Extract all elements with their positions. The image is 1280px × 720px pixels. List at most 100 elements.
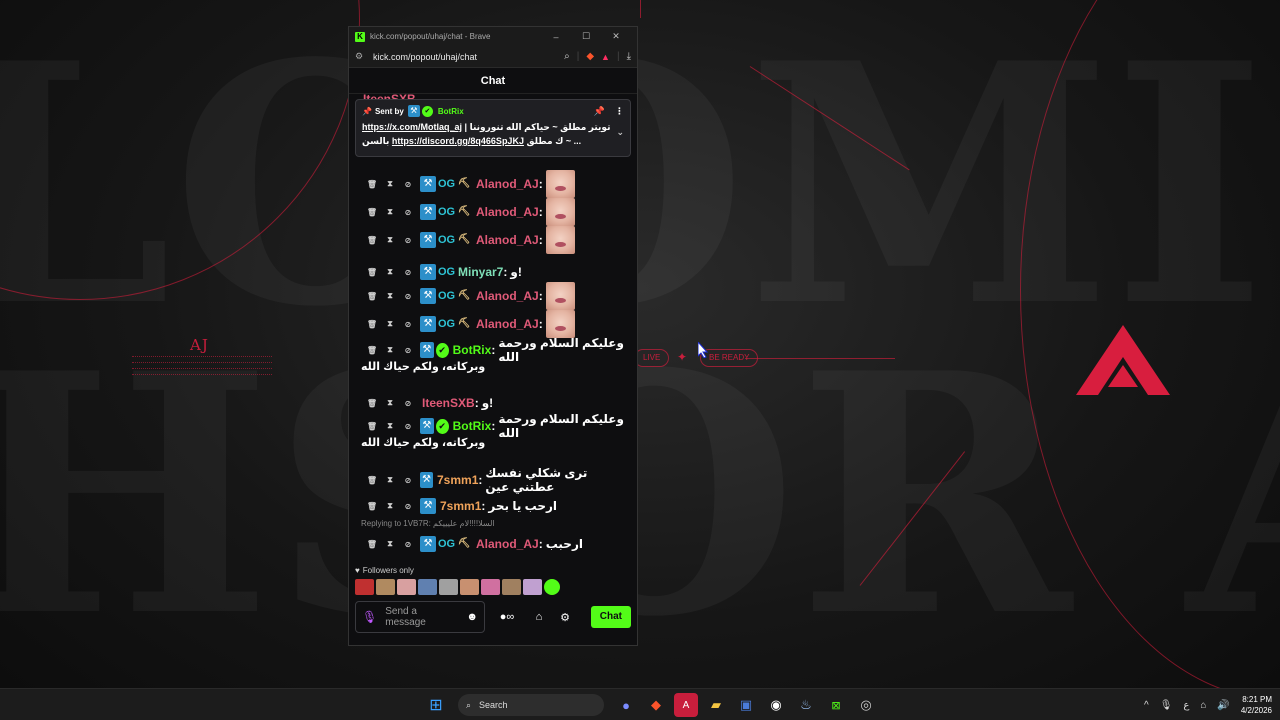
avatar[interactable] bbox=[502, 579, 521, 595]
unpin-icon[interactable]: 📌 bbox=[594, 106, 605, 117]
delete-icon[interactable]: 🗑 bbox=[363, 320, 381, 329]
delete-icon[interactable]: 🗑 bbox=[363, 502, 381, 511]
chat-message[interactable]: 🗑 ⧗ ⊘ ⚒ OG ⛏ Alanod_AJ: bbox=[349, 170, 637, 198]
windows-start-icon[interactable]: ⊞ bbox=[424, 693, 448, 717]
delete-icon[interactable]: 🗑 bbox=[363, 422, 381, 431]
timeout-icon[interactable]: ⧗ bbox=[381, 539, 399, 549]
xbox-icon[interactable]: ⊠ bbox=[824, 693, 848, 717]
chat-message[interactable]: 🗑 ⧗ ⊘ ⚒ OG ⛏ Alanod_AJ: bbox=[349, 282, 637, 310]
pinned-discord-link[interactable]: https://discord.gg/8q466SpJKJ bbox=[392, 136, 524, 146]
emote-image[interactable] bbox=[545, 170, 575, 198]
zoom-icon[interactable]: ⌕ bbox=[564, 51, 570, 62]
timeout-icon[interactable]: ⧗ bbox=[381, 319, 399, 329]
pinned-message[interactable]: 📌 Sent by ⚒ ✔ BotRix 📌 ⋮ https://x.com/M… bbox=[355, 99, 631, 157]
chat-username[interactable]: BotRix bbox=[453, 419, 492, 433]
timeout-icon[interactable]: ⧗ bbox=[381, 291, 399, 301]
chat-username[interactable]: 7smm1 bbox=[440, 499, 481, 513]
delete-icon[interactable]: 🗑 bbox=[363, 476, 381, 485]
avatar[interactable] bbox=[460, 579, 479, 595]
emote-image[interactable] bbox=[545, 310, 575, 338]
chat-message[interactable]: 🗑 ⧗ ⊘ ⚒ ✔ BotRix: وعليكم السلام ورحمة الله وبرك… bbox=[349, 412, 637, 452]
ban-icon[interactable]: ⊘ bbox=[399, 236, 417, 245]
chat-message[interactable]: 🗑 ⧗ ⊘ ⚒ OG ⛏ Alanod_AJ: ارحبب bbox=[349, 530, 637, 558]
chat-username[interactable]: Minyar7 bbox=[458, 265, 503, 279]
network-icon[interactable]: ⌂ bbox=[1200, 700, 1206, 711]
timeout-icon[interactable]: ⧗ bbox=[381, 235, 399, 245]
chat-message[interactable]: 🗑 ⧗ ⊘ ⚒ ✔ BotRix: وعليكم السلام ورحمة الله وبرك… bbox=[349, 336, 637, 376]
clock[interactable]: 8:21 PM 4/2/2026 bbox=[1241, 694, 1272, 716]
kicks-icon[interactable]: ●∞ bbox=[491, 611, 523, 623]
minimize-button[interactable]: – bbox=[541, 32, 571, 42]
timeout-icon[interactable]: ⧗ bbox=[381, 398, 399, 408]
brave-icon[interactable]: ◆ bbox=[644, 693, 668, 717]
avatar[interactable] bbox=[523, 579, 542, 595]
site-settings-icon[interactable]: ⚙ bbox=[355, 51, 369, 62]
chat-message[interactable]: 🗑 ⧗ ⊘ ⚒ 7smm1: ارحب يا بحر bbox=[349, 492, 637, 520]
ban-icon[interactable]: ⊘ bbox=[399, 422, 417, 431]
chat-username[interactable]: 7smm1 bbox=[437, 473, 478, 487]
ban-icon[interactable]: ⊘ bbox=[399, 292, 417, 301]
url-field[interactable]: kick.com/popout/uhaj/chat bbox=[369, 52, 564, 62]
volume-icon[interactable]: 🔊 bbox=[1217, 700, 1229, 711]
ban-icon[interactable]: ⊘ bbox=[399, 268, 417, 277]
ban-icon[interactable]: ⊘ bbox=[399, 208, 417, 217]
chevron-down-icon[interactable]: ⌄ bbox=[616, 125, 624, 139]
ban-icon[interactable]: ⊘ bbox=[399, 502, 417, 511]
emoji-icon[interactable]: ☻ bbox=[466, 611, 478, 623]
brave-shields-icon[interactable]: ◆ bbox=[586, 51, 594, 62]
chat-username[interactable]: Alanod_AJ bbox=[476, 537, 539, 551]
chat-message[interactable]: 🗑 ⧗ ⊘ ⚒ OG ⛏ Alanod_AJ: bbox=[349, 198, 637, 226]
ban-icon[interactable]: ⊘ bbox=[399, 346, 417, 355]
message-input[interactable]: 🎙 Send a message ☻ bbox=[355, 601, 485, 633]
chat-message[interactable]: 🗑 ⧗ ⊘ ⚒ OG ⛏ Alanod_AJ: bbox=[349, 310, 637, 338]
ban-icon[interactable]: ⊘ bbox=[399, 180, 417, 189]
timeout-icon[interactable]: ⧗ bbox=[381, 501, 399, 511]
language-indicator[interactable]: ع bbox=[1183, 700, 1189, 711]
sticker-icon[interactable] bbox=[544, 579, 560, 595]
download-icon[interactable]: ⤓ bbox=[627, 51, 631, 62]
ban-icon[interactable]: ⊘ bbox=[399, 476, 417, 485]
timeout-icon[interactable]: ⧗ bbox=[381, 207, 399, 217]
ban-icon[interactable]: ⊘ bbox=[399, 399, 417, 408]
delete-icon[interactable]: 🗑 bbox=[363, 399, 381, 408]
delete-icon[interactable]: 🗑 bbox=[363, 268, 381, 277]
send-chat-button[interactable]: Chat bbox=[590, 606, 631, 628]
delete-icon[interactable]: 🗑 bbox=[363, 236, 381, 245]
chat-messages[interactable]: IteenSXB 📌 Sent by ⚒ ✔ BotRix 📌 ⋮ https:… bbox=[349, 94, 637, 562]
brave-rewards-icon[interactable]: ▲ bbox=[601, 52, 610, 62]
emote-image[interactable] bbox=[545, 226, 575, 254]
apex-app-icon[interactable]: A bbox=[674, 693, 698, 717]
taskbar-search[interactable]: ⌕ Search bbox=[458, 694, 604, 716]
store-icon[interactable]: ⌂ bbox=[529, 611, 549, 623]
chat-username[interactable]: Alanod_AJ bbox=[476, 289, 539, 303]
timeout-icon[interactable]: ⧗ bbox=[381, 179, 399, 189]
discord-icon[interactable]: ● bbox=[614, 693, 638, 717]
timeout-icon[interactable]: ⧗ bbox=[381, 421, 399, 431]
avatar[interactable] bbox=[439, 579, 458, 595]
chrome-icon[interactable]: ◎ bbox=[854, 693, 878, 717]
window-titlebar[interactable]: K kick.com/popout/uhaj/chat - Brave – ☐ … bbox=[349, 27, 637, 46]
microphone-tray-icon[interactable]: 🎙 bbox=[1160, 700, 1173, 711]
maximize-button[interactable]: ☐ bbox=[571, 31, 601, 42]
chat-username[interactable]: Alanod_AJ bbox=[476, 317, 539, 331]
close-button[interactable]: ✕ bbox=[601, 31, 631, 42]
app-icon[interactable]: ▣ bbox=[734, 693, 758, 717]
timeout-icon[interactable]: ⧗ bbox=[381, 475, 399, 485]
obs-icon[interactable]: ◉ bbox=[764, 693, 788, 717]
chat-username[interactable]: Alanod_AJ bbox=[476, 233, 539, 247]
chat-username[interactable]: Alanod_AJ bbox=[476, 177, 539, 191]
steam-icon[interactable]: ♨ bbox=[794, 693, 818, 717]
file-explorer-icon[interactable]: ▰ bbox=[704, 693, 728, 717]
emote-image[interactable] bbox=[545, 282, 575, 310]
avatar[interactable] bbox=[355, 579, 374, 595]
ban-icon[interactable]: ⊘ bbox=[399, 320, 417, 329]
avatar[interactable] bbox=[397, 579, 416, 595]
pinned-bot-name[interactable]: BotRix bbox=[438, 107, 464, 116]
pinned-twitter-link[interactable]: https://x.com/Motlaq_aj bbox=[362, 122, 462, 132]
timeout-icon[interactable]: ⧗ bbox=[381, 345, 399, 355]
chat-username[interactable]: BotRix bbox=[453, 343, 492, 357]
delete-icon[interactable]: 🗑 bbox=[363, 208, 381, 217]
microphone-icon[interactable]: 🎙 bbox=[362, 610, 377, 624]
avatar[interactable] bbox=[418, 579, 437, 595]
avatar[interactable] bbox=[376, 579, 395, 595]
